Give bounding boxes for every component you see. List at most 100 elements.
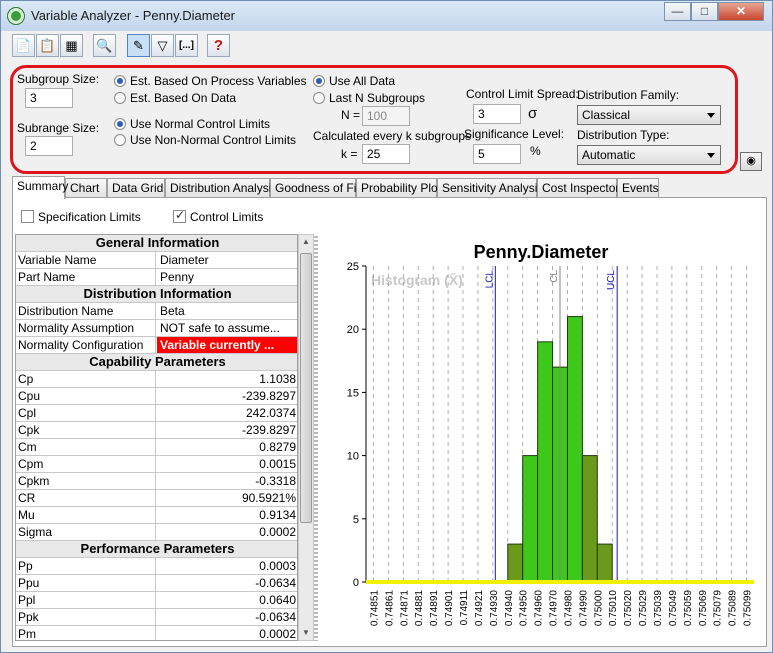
est-process-radio[interactable] [114, 75, 126, 87]
table-row[interactable]: Cpu -239.8297 [16, 388, 297, 405]
table-row[interactable]: Normality Assumption NOT safe to assume..… [16, 320, 297, 337]
control-limits-checkbox[interactable] [173, 208, 186, 223]
tab-sensitivity-analysis[interactable]: Sensitivity Analysis [437, 178, 543, 198]
row-label: Cm [16, 439, 156, 455]
n-field[interactable]: 100 [362, 106, 410, 126]
table-row[interactable]: Mu 0.9134 [16, 507, 297, 524]
est-process-label: Est. Based On Process Variables [130, 74, 307, 88]
x-tick-label: 0.75020 [623, 590, 634, 627]
x-tick-label: 0.75039 [653, 590, 664, 627]
tab-probability-plot[interactable]: Probability Plot [356, 178, 441, 198]
maximize-button[interactable]: □ [691, 2, 718, 21]
x-tick-label: 0.75059 [683, 590, 694, 627]
tab-summary[interactable]: Summary [12, 176, 68, 199]
copy-data-icon[interactable]: 📋 [36, 34, 59, 57]
table-row[interactable]: Part Name Penny [16, 269, 297, 286]
x-tick-label: 0.74921 [474, 590, 485, 627]
last-n-radio[interactable] [313, 92, 325, 104]
spec-limits-checkbox[interactable] [21, 210, 34, 223]
row-value: NOT safe to assume... [160, 321, 280, 335]
subgroup-size-label: Subgroup Size: [17, 72, 100, 86]
help-icon[interactable]: ? [207, 34, 230, 57]
tab-goodness-of-fit[interactable]: Goodness of Fit [270, 178, 360, 198]
preview-icon[interactable]: 🔍 [93, 34, 116, 57]
row-label: Ppl [16, 592, 156, 608]
ellipsis-icon[interactable]: [...] [175, 34, 198, 57]
x-tick-label: 0.74930 [489, 590, 500, 627]
est-data-radio[interactable] [114, 92, 126, 104]
subrange-size-label: Subrange Size: [17, 121, 100, 135]
filter-icon[interactable]: ▽ [151, 34, 174, 57]
window-title: Variable Analyzer - Penny.Diameter [31, 8, 236, 23]
table-row[interactable]: Cpl 242.0374 [16, 405, 297, 422]
tab-cost-inspector[interactable]: Cost Inspector [537, 178, 619, 198]
normal-limits-radio[interactable] [114, 118, 126, 130]
table-row[interactable]: Variable Name Diameter [16, 252, 297, 269]
type-select[interactable]: Automatic [577, 145, 721, 165]
edit-icon[interactable]: ✎ [127, 34, 150, 57]
k-field[interactable]: 25 [362, 144, 410, 164]
table-row[interactable]: Pm 0.0002 [16, 626, 297, 640]
subrange-size-field[interactable]: 2 [25, 136, 73, 156]
histogram-bar [507, 543, 524, 583]
table-row[interactable]: Distribution Name Beta [16, 303, 297, 320]
percent-symbol: % [530, 144, 541, 158]
nonnormal-limits-radio[interactable] [114, 134, 126, 146]
chart-title: Penny.Diameter [474, 242, 609, 262]
scroll-down-icon[interactable]: ▼ [300, 626, 312, 640]
histogram-chart: Penny.Diameter Histogram (X̄) 0 5 10 15 20 25 LC… [319, 234, 764, 641]
row-value: 0.0003 [259, 559, 296, 573]
tab-chart[interactable]: Chart [65, 178, 107, 198]
row-label: CR [16, 490, 156, 506]
limit-label-ucl: UCL [606, 270, 617, 290]
significance-field[interactable]: 5 [473, 144, 521, 164]
row-label: Cpm [16, 456, 156, 472]
row-value: 0.0640 [259, 593, 296, 607]
minimize-button[interactable]: — [664, 2, 691, 21]
family-label: Distribution Family: [577, 88, 680, 102]
histogram-bar [596, 543, 613, 583]
table-row[interactable]: Ppk -0.0634 [16, 609, 297, 626]
y-tick-label: 20 [347, 324, 359, 336]
table-row[interactable]: Normality Configuration Variable currentl… [16, 337, 297, 354]
tab-distribution-analysis[interactable]: Distribution Analysis [165, 178, 277, 198]
table-row[interactable]: Cm 0.8279 [16, 439, 297, 456]
table-row[interactable]: Pp 0.0003 [16, 558, 297, 575]
copy-chart-icon[interactable]: ▦ [60, 34, 83, 57]
sigma-symbol: σ [528, 105, 538, 122]
x-tick-label: 0.74861 [384, 590, 395, 627]
splitter-grip[interactable] [314, 236, 318, 641]
table-row[interactable]: Cpkm -0.3318 [16, 473, 297, 490]
detach-icon[interactable]: ◉ [740, 152, 762, 171]
all-data-radio[interactable] [313, 75, 325, 87]
all-data-label: Use All Data [329, 74, 396, 88]
table-scrollbar[interactable]: ▲ ▼ [298, 234, 314, 641]
row-label: Cpu [16, 388, 156, 404]
chart-watermark: Histogram (X̄) [371, 271, 463, 288]
table-row[interactable]: Cp 1.1038 [16, 371, 297, 388]
x-tick-label: 0.74960 [534, 590, 545, 627]
limit-label-lcl: LCL [484, 270, 495, 289]
table-row[interactable]: Cpk -239.8297 [16, 422, 297, 439]
scrollbar-thumb[interactable] [300, 253, 312, 523]
spread-label: Control Limit Spread: [466, 87, 579, 101]
row-value: -0.0634 [255, 610, 296, 624]
table-row[interactable]: Sigma 0.0002 [16, 524, 297, 541]
table-row[interactable]: Cpm 0.0015 [16, 456, 297, 473]
tab-events[interactable]: Events [617, 178, 659, 198]
copy-icon[interactable]: 📄 [12, 34, 35, 57]
table-row[interactable]: CR 90.5921% [16, 490, 297, 507]
x-tick-label: 0.74891 [429, 590, 440, 627]
tab-data-grid[interactable]: Data Grid [107, 178, 165, 198]
subgroup-size-field[interactable]: 3 [25, 88, 73, 108]
close-button[interactable]: ✕ [718, 2, 764, 21]
table-row[interactable]: Ppu -0.0634 [16, 575, 297, 592]
y-tick-label: 10 [347, 451, 359, 463]
y-tick-label: 5 [353, 514, 359, 526]
limit-label-cl: CL [549, 270, 560, 283]
spread-field[interactable]: 3 [473, 104, 521, 124]
family-select[interactable]: Classical [577, 105, 721, 125]
table-row[interactable]: Ppl 0.0640 [16, 592, 297, 609]
significance-label: Significance Level: [464, 127, 565, 141]
scroll-up-icon[interactable]: ▲ [300, 235, 312, 249]
